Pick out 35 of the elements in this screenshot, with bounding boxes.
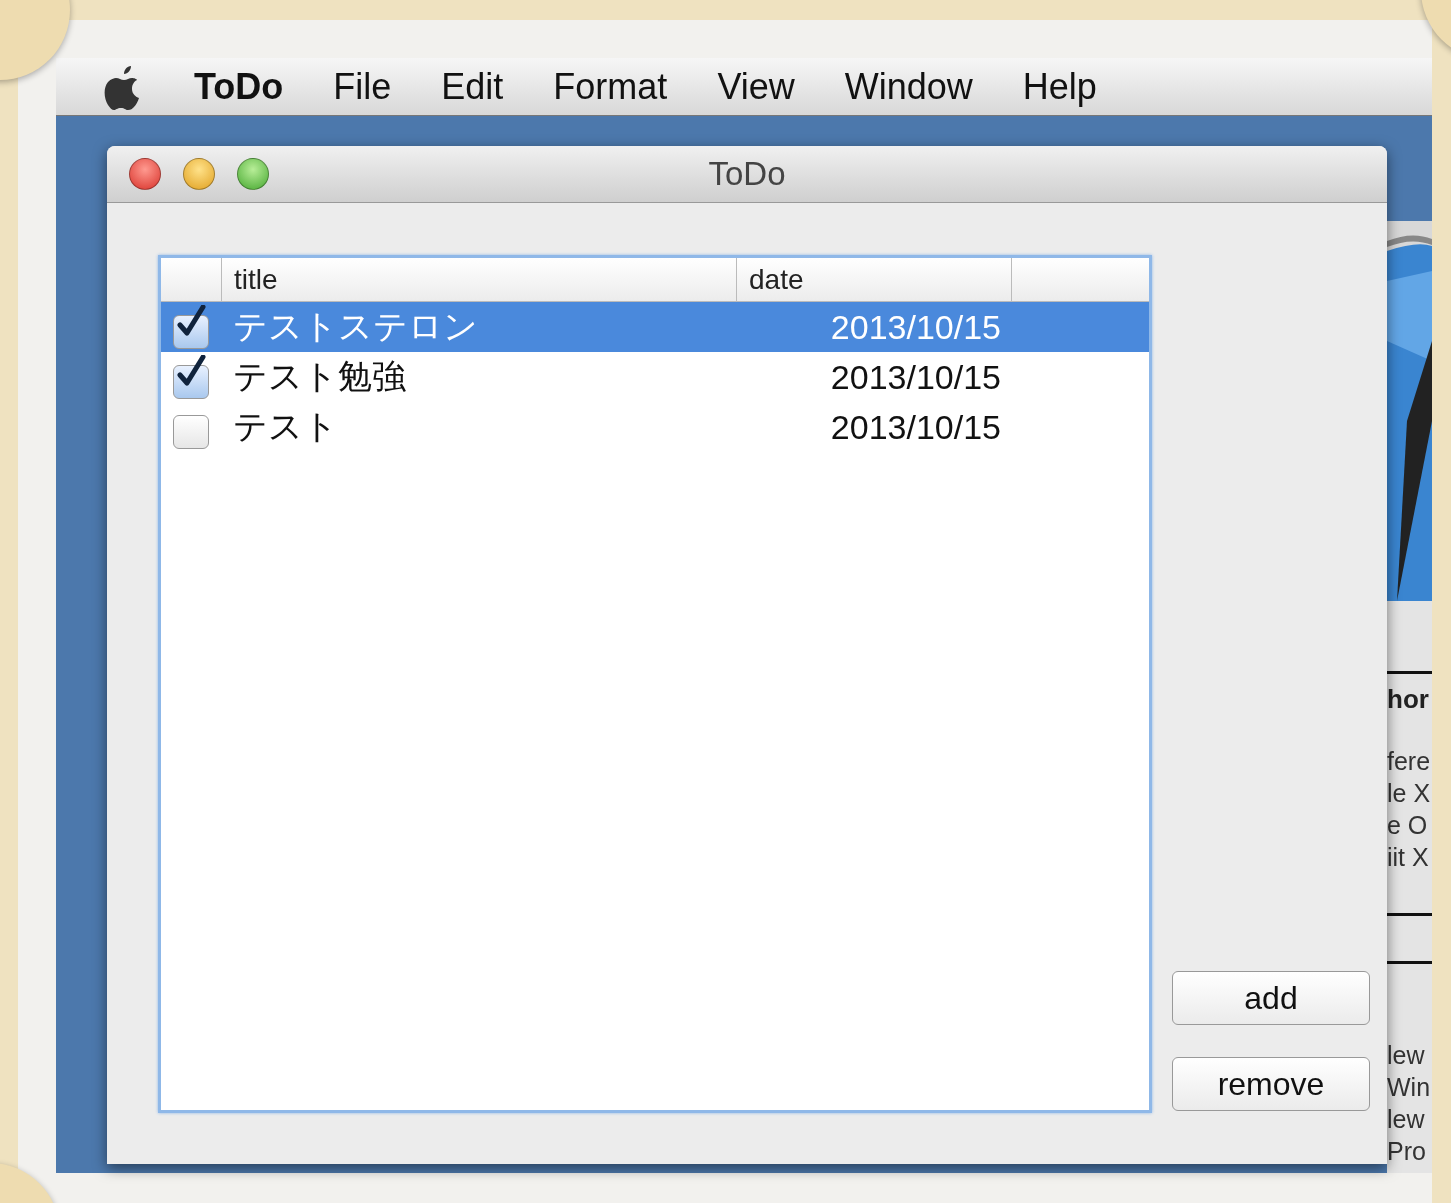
action-button[interactable]: add: [1172, 971, 1370, 1025]
table-cell-text: テスト勉強: [232, 356, 407, 397]
background-text: fere: [1387, 746, 1432, 777]
menu-item[interactable]: File: [333, 65, 392, 108]
action-button[interactable]: remove: [1172, 1057, 1370, 1111]
checkbox[interactable]: [173, 355, 209, 399]
background-text: lew: [1387, 1040, 1426, 1071]
table-cell-text: テスト: [232, 406, 339, 447]
background-text: e O: [1387, 810, 1429, 841]
menu-item[interactable]: Format: [553, 65, 668, 108]
menu-item[interactable]: ToDo: [194, 65, 284, 108]
table-cell-text: 2013/10/15: [829, 307, 1002, 347]
table-row[interactable]: テスト 2013/10/15: [161, 402, 1149, 452]
table-cell-text: テストステロン: [232, 306, 479, 347]
menu-item[interactable]: Window: [844, 65, 973, 108]
background-text: hor: [1387, 684, 1430, 715]
menu-item[interactable]: Edit: [441, 65, 504, 108]
zoom-icon[interactable]: [237, 158, 269, 190]
checkbox[interactable]: [173, 305, 209, 349]
minimize-icon[interactable]: [183, 158, 215, 190]
table-cell-text: 2013/10/15: [829, 407, 1002, 447]
column-header[interactable]: title: [221, 258, 736, 301]
menu-item[interactable]: View: [717, 65, 795, 108]
column-header[interactable]: date: [736, 258, 1011, 301]
close-icon[interactable]: [129, 158, 161, 190]
table-cell-text: 2013/10/15: [829, 357, 1002, 397]
background-text: le X: [1387, 778, 1432, 809]
menu-item[interactable]: Help: [1022, 65, 1097, 108]
background-text: iit X: [1387, 842, 1430, 873]
window-title: ToDo: [708, 155, 786, 193]
table-row[interactable]: テスト勉強 2013/10/15: [161, 352, 1149, 402]
background-text: lew: [1387, 1104, 1426, 1135]
background-text: Pro: [1387, 1136, 1427, 1167]
background-text: Win: [1387, 1072, 1432, 1103]
table-row[interactable]: テストステロン 2013/10/15: [161, 302, 1149, 352]
